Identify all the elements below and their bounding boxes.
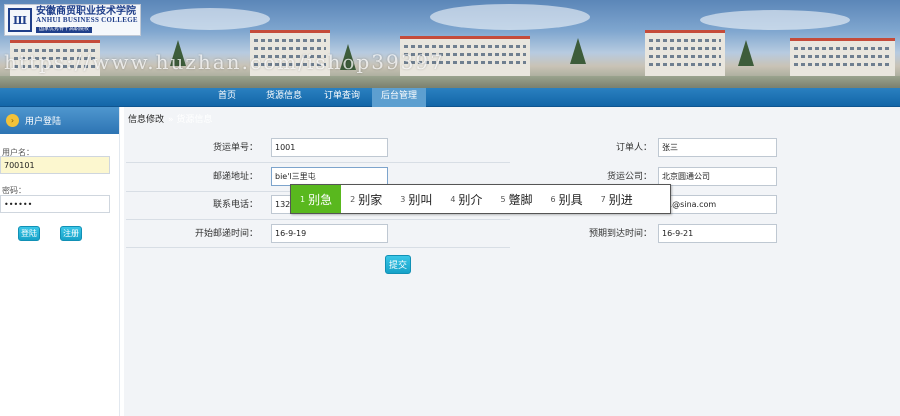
header-banner: Ш 安徽商贸职业技术学院 ANHUI BUSINESS COLLEGE 国家优秀… [0, 0, 900, 88]
banner-cloud [150, 8, 270, 30]
nav-order-query[interactable]: 订单查询 [318, 88, 366, 107]
row-divider [126, 219, 510, 220]
user-badge-icon: › [6, 114, 19, 127]
username-input[interactable] [0, 156, 110, 174]
login-title: 用户登陆 [25, 117, 62, 127]
ime-candidate[interactable]: 3 别叫 [391, 185, 441, 213]
email-input[interactable] [658, 195, 777, 214]
candidate-text: 蹩脚 [508, 192, 533, 207]
banner-ground [0, 76, 900, 88]
orderer-label: 订单人： [615, 143, 652, 153]
main-nav: 首页 货源信息 订单查询 后台管理 [0, 88, 900, 107]
start-time-label: 开始邮递时间： [194, 229, 258, 239]
watermark-text: https://www.huzhan.com/ishop39397 [4, 50, 445, 74]
banner-cloud [430, 4, 590, 30]
order-no-label: 货运单号： [212, 143, 258, 153]
password-input[interactable] [0, 195, 110, 213]
register-button[interactable]: 注册 [60, 226, 82, 241]
logo-subtitle: 国家优秀骨干高职院校 [36, 27, 93, 33]
college-logo: Ш 安徽商贸职业技术学院 ANHUI BUSINESS COLLEGE 国家优秀… [4, 4, 141, 36]
ime-candidate[interactable]: 6 别具 [542, 185, 592, 213]
ime-candidate-window: 1 别急 2 别家 3 别叫 4 别介 5 蹩脚 6 别具 7 别进 [290, 184, 671, 214]
candidate-number: 3 [400, 194, 406, 204]
candidate-number: 4 [450, 194, 456, 204]
company-input[interactable] [658, 167, 777, 186]
company-label: 货运公司： [606, 172, 652, 182]
candidate-text: 别家 [358, 192, 383, 207]
candidate-text: 别叫 [408, 192, 433, 207]
main-content: 信息修改» 货源信息 货运单号： 订单人： 邮递地址： 货运公司： 联系电话： … [124, 107, 900, 416]
logo-english-name: ANHUI BUSINESS COLLEGE [36, 15, 138, 24]
logo-emblem-icon: Ш [8, 8, 32, 32]
arrive-time-input[interactable] [658, 224, 777, 243]
arrive-time-label: 预期到达时间： [588, 229, 652, 239]
candidate-number: 1 [300, 194, 306, 204]
ime-candidate[interactable]: 2 别家 [341, 185, 391, 213]
nav-goods-info[interactable]: 货源信息 [258, 88, 310, 107]
candidate-number: 5 [500, 194, 506, 204]
breadcrumb: 信息修改» 货源信息 [124, 112, 900, 130]
ime-candidate[interactable]: 1 别急 [291, 185, 342, 213]
candidate-number: 6 [550, 194, 556, 204]
row-divider [126, 247, 510, 248]
login-sidebar: › 用户登陆 用户名： 密码： 登陆 注册 [0, 107, 120, 416]
banner-cloud [700, 10, 850, 30]
page-title: 信息修改 [128, 115, 165, 125]
orderer-input[interactable] [658, 138, 777, 157]
ime-candidate[interactable]: 4 别介 [441, 185, 491, 213]
login-button[interactable]: 登陆 [18, 226, 40, 241]
candidate-text: 别介 [458, 192, 483, 207]
nav-admin[interactable]: 后台管理 [372, 88, 426, 107]
ime-candidate[interactable]: 7 别进 [592, 185, 642, 213]
order-no-input[interactable] [271, 138, 388, 157]
ime-candidate[interactable]: 5 蹩脚 [491, 185, 541, 213]
candidate-number: 2 [350, 194, 356, 204]
breadcrumb-tail: » 货源信息 [168, 115, 213, 125]
login-header: › 用户登陆 [0, 107, 119, 134]
nav-home[interactable]: 首页 [208, 88, 246, 107]
candidate-text: 别具 [558, 192, 583, 207]
start-time-input[interactable] [271, 224, 388, 243]
candidate-number: 7 [600, 194, 606, 204]
candidate-text: 别进 [608, 192, 633, 207]
phone-label: 联系电话： [212, 200, 258, 210]
address-label: 邮递地址： [212, 172, 258, 182]
row-divider [126, 162, 510, 163]
candidate-text: 别急 [308, 192, 333, 207]
submit-button[interactable]: 提交 [385, 255, 411, 274]
